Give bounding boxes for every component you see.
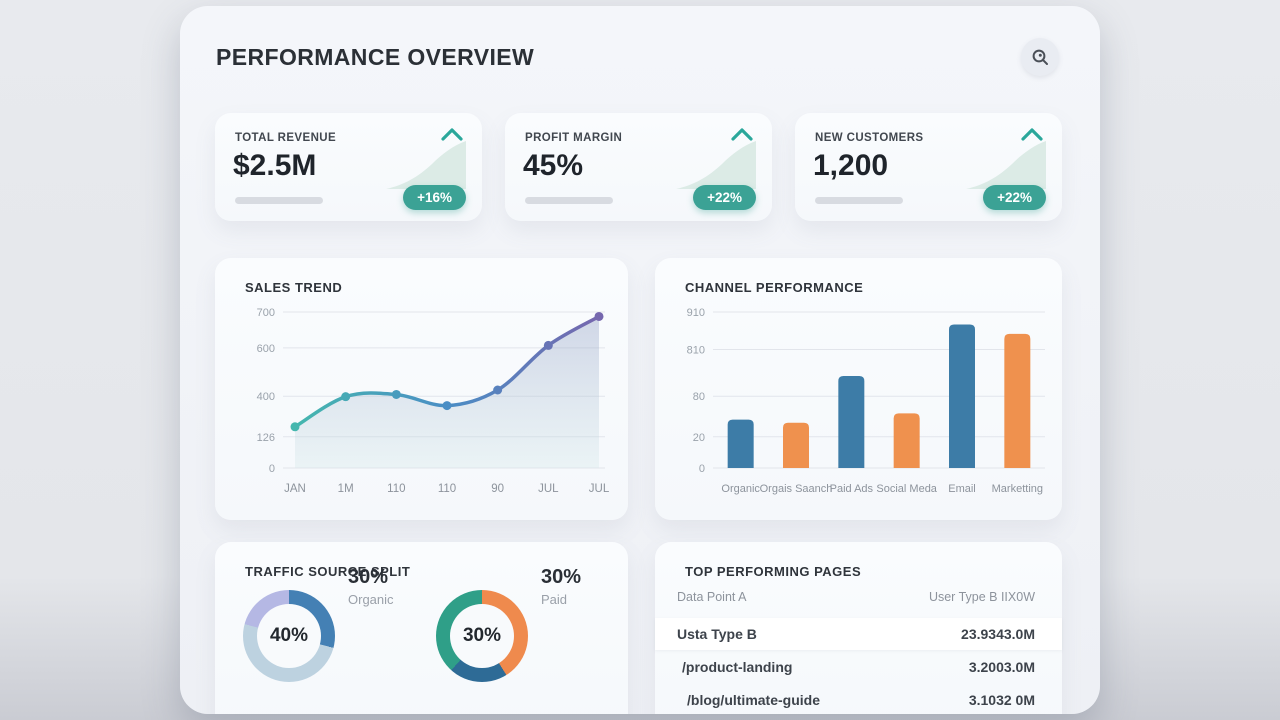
- svg-text:Organic: Organic: [721, 483, 760, 495]
- kpi-progress-bar: [235, 197, 323, 204]
- donut-left-legend: 30% Organic: [348, 566, 394, 607]
- table-row[interactable]: /blog/ultimate-guide 3.1032 0M: [655, 684, 1062, 714]
- value-cell: 3.2003.0M: [969, 659, 1035, 675]
- channel-performance-card: CHANNEL PERFORMANCE 910 810 80 20 0 OrganicOr…: [655, 258, 1062, 520]
- svg-text:Orgais Saanch: Orgais Saanch: [760, 483, 833, 495]
- channel-performance-title: CHANNEL PERFORMANCE: [685, 280, 863, 295]
- donut-center-value: 40%: [270, 625, 308, 647]
- kpi-label: PROFIT MARGIN: [525, 132, 622, 144]
- svg-text:910: 910: [687, 307, 705, 319]
- svg-text:80: 80: [693, 391, 705, 403]
- svg-text:90: 90: [491, 483, 504, 495]
- donut-hole: 30%: [450, 604, 514, 668]
- page-cell: Usta Type B: [677, 626, 757, 642]
- kpi-label: TOTAL REVENUE: [235, 132, 336, 144]
- svg-text:126: 126: [257, 432, 275, 444]
- table-row[interactable]: Usta Type B 23.9343.0M: [655, 618, 1062, 650]
- table-header-right: User Type B IIX0W: [929, 590, 1035, 604]
- search-button[interactable]: [1021, 38, 1059, 76]
- kpi-value: 45%: [523, 149, 583, 183]
- svg-text:110: 110: [387, 483, 405, 495]
- kpi-card-profit-margin: PROFIT MARGIN 45% +22%: [505, 113, 772, 221]
- sales-trend-line-chart: 700 600 400 126 0 JAN 1M 110 110 90 JUL JUL: [231, 298, 615, 510]
- search-icon: [1031, 48, 1050, 67]
- sales-trend-card: SALES TREND 700 600 400 126 0 JAN 1M 110 110 90 JU…: [215, 258, 628, 520]
- page-title: PERFORMANCE OVERVIEW: [216, 44, 534, 71]
- kpi-progress-bar: [815, 197, 903, 204]
- kpi-value: $2.5M: [233, 149, 316, 183]
- value-cell: 23.9343.0M: [961, 626, 1035, 642]
- donut-chart-left: 40%: [243, 590, 335, 682]
- svg-text:JAN: JAN: [284, 483, 306, 495]
- kpi-value: 1,200: [813, 149, 888, 183]
- channel-performance-bar-chart: 910 810 80 20 0 OrganicOrgais SaanchPaid AdsS…: [665, 298, 1055, 510]
- page: { "page": { "title": "PERFORMANCE OVERVI…: [0, 0, 1280, 720]
- donut-right-legend: 30% Paid: [541, 566, 581, 607]
- svg-text:Paid Ads: Paid Ads: [830, 483, 874, 495]
- svg-text:JUL: JUL: [589, 483, 610, 495]
- table-row[interactable]: /product-landing 3.2003.0M: [655, 651, 1062, 683]
- svg-text:Email: Email: [948, 483, 976, 495]
- legend-label: Organic: [348, 592, 394, 607]
- svg-text:700: 700: [257, 307, 275, 319]
- donut-ring: 40%: [243, 590, 335, 682]
- svg-text:810: 810: [687, 344, 705, 356]
- svg-text:110: 110: [438, 483, 456, 495]
- svg-text:600: 600: [257, 343, 275, 355]
- kpi-trend-badge: +16%: [403, 185, 466, 210]
- kpi-progress-bar: [525, 197, 613, 204]
- kpi-card-new-customers: NEW CUSTOMERS 1,200 +22%: [795, 113, 1062, 221]
- legend-percent: 30%: [541, 566, 581, 589]
- kpi-trend-badge: +22%: [983, 185, 1046, 210]
- kpi-label: NEW CUSTOMERS: [815, 132, 924, 144]
- svg-text:1M: 1M: [338, 483, 354, 495]
- svg-text:0: 0: [269, 463, 275, 475]
- page-cell: /product-landing: [682, 659, 792, 675]
- svg-text:Marketting: Marketting: [992, 483, 1043, 495]
- svg-text:0: 0: [699, 463, 705, 475]
- page-cell: /blog/ultimate-guide: [687, 692, 820, 708]
- donut-ring: 30%: [436, 590, 528, 682]
- donut-hole: 40%: [257, 604, 321, 668]
- value-cell: 3.1032 0M: [969, 692, 1035, 708]
- legend-label: Paid: [541, 592, 581, 607]
- donut-center-value: 30%: [463, 625, 501, 647]
- table-header: Data Point A User Type B IIX0W: [655, 590, 1062, 612]
- kpi-trend-badge: +22%: [693, 185, 756, 210]
- donut-chart-right: 30%: [436, 590, 528, 682]
- dashboard-panel: PERFORMANCE OVERVIEW TOTAL REVENUE $2.5M…: [180, 6, 1100, 714]
- table-header-left: Data Point A: [677, 590, 747, 604]
- top-pages-card: TOP PERFORMING PAGES Data Point A User T…: [655, 542, 1062, 714]
- svg-text:400: 400: [257, 391, 275, 403]
- kpi-card-total-revenue: TOTAL REVENUE $2.5M +16%: [215, 113, 482, 221]
- top-pages-title: TOP PERFORMING PAGES: [685, 564, 861, 579]
- traffic-source-card: TRAFFIC SOURCE SPLIT 40% 30% Organic 30%…: [215, 542, 628, 714]
- legend-percent: 30%: [348, 566, 394, 589]
- svg-text:Social Meda: Social Meda: [876, 483, 937, 495]
- svg-text:JUL: JUL: [538, 483, 559, 495]
- sales-trend-title: SALES TREND: [245, 280, 342, 295]
- svg-text:20: 20: [693, 432, 705, 444]
